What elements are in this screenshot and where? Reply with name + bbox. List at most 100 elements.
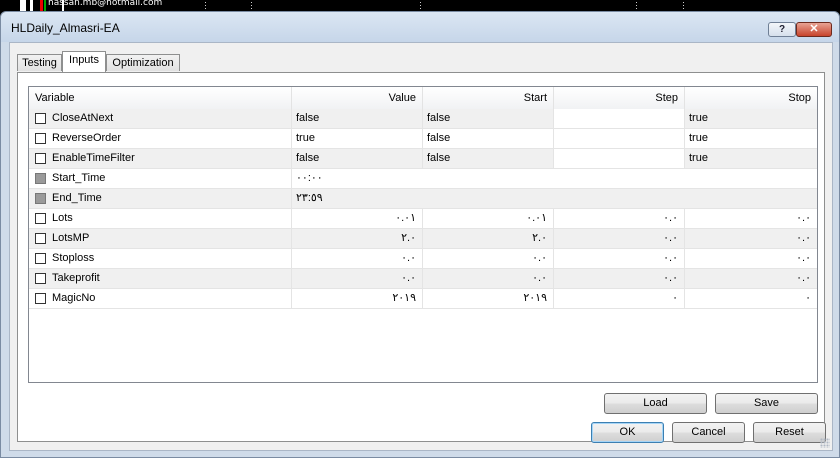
stop-cell[interactable]: true (685, 129, 817, 148)
variable-name: Start_Time (52, 172, 106, 184)
table-row[interactable]: CloseAtNext false false true (29, 109, 817, 129)
value-cell[interactable]: ٢٠١٩ (292, 289, 423, 308)
value-cell[interactable]: ٢٣:٥٩ (292, 189, 817, 208)
step-cell[interactable]: ٠.٠ (554, 269, 685, 288)
value-cell[interactable]: ٢.٠ (292, 229, 423, 248)
table-row[interactable]: Takeprofit ٠.٠ ٠.٠ ٠.٠ ٠.٠ (29, 269, 817, 289)
step-cell[interactable]: ٠.٠ (554, 209, 685, 228)
inputs-panel: Variable Value Start Step Stop CloseAtNe… (17, 72, 825, 442)
background-tick (683, 2, 684, 10)
ok-button[interactable]: OK (591, 422, 664, 443)
variable-name: LotsMP (52, 232, 90, 244)
table-row[interactable]: LotsMP ٢.٠ ٢.٠ ٠.٠ ٠.٠ (29, 229, 817, 249)
value-cell[interactable]: ٠٠:٠٠ (292, 169, 817, 188)
stop-cell[interactable]: true (685, 109, 817, 128)
row-checkbox[interactable] (35, 213, 46, 224)
value-cell[interactable]: ٠.٠١ (292, 209, 423, 228)
table-row[interactable]: MagicNo ٢٠١٩ ٢٠١٩ ٠ ٠ (29, 289, 817, 309)
background-tick (636, 2, 637, 10)
tab-optimization[interactable]: Optimization (106, 54, 180, 71)
step-cell[interactable]: ٠.٠ (554, 249, 685, 268)
variable-name: CloseAtNext (52, 112, 114, 124)
tab-inputs[interactable]: Inputs (62, 51, 106, 72)
step-cell[interactable] (554, 149, 685, 168)
variable-name: Takeprofit (52, 272, 100, 284)
column-header-variable[interactable]: Variable (29, 87, 292, 109)
stop-cell[interactable]: ٠.٠ (685, 209, 817, 228)
start-cell[interactable]: ٠.٠١ (423, 209, 554, 228)
help-button[interactable]: ? (768, 22, 796, 37)
background-bar (30, 0, 33, 11)
value-cell[interactable]: false (292, 109, 423, 128)
value-cell[interactable]: ٠.٠ (292, 269, 423, 288)
value-cell[interactable]: false (292, 149, 423, 168)
row-checkbox[interactable] (35, 113, 46, 124)
title-bar: HLDaily_Almasri-EA ? ✕ (1, 12, 839, 42)
row-checkbox[interactable] (35, 153, 46, 164)
load-button[interactable]: Load (604, 393, 707, 414)
background-bar (44, 0, 46, 11)
value-cell[interactable]: true (292, 129, 423, 148)
table-row[interactable]: Start_Time ٠٠:٠٠ (29, 169, 817, 189)
resize-grip-icon[interactable] (820, 438, 830, 448)
variable-cell: Stoploss (29, 249, 292, 268)
step-cell[interactable]: ٠ (554, 289, 685, 308)
tab-testing[interactable]: Testing (17, 54, 62, 71)
variable-cell: LotsMP (29, 229, 292, 248)
expert-properties-dialog: HLDaily_Almasri-EA ? ✕ Testing Inputs Op… (0, 11, 840, 458)
row-checkbox[interactable] (35, 133, 46, 144)
stop-cell[interactable]: ٠.٠ (685, 249, 817, 268)
variable-cell: CloseAtNext (29, 109, 292, 128)
background-bar (20, 0, 26, 11)
row-checkbox (35, 173, 46, 184)
row-checkbox[interactable] (35, 233, 46, 244)
step-cell[interactable]: ٠.٠ (554, 229, 685, 248)
row-checkbox[interactable] (35, 253, 46, 264)
step-cell[interactable] (554, 129, 685, 148)
table-row[interactable]: Lots ٠.٠١ ٠.٠١ ٠.٠ ٠.٠ (29, 209, 817, 229)
background-email-text: hassan.mb@hotmail.com (48, 0, 163, 8)
stop-cell[interactable]: ٠.٠ (685, 229, 817, 248)
start-cell[interactable]: ٢٠١٩ (423, 289, 554, 308)
background-tick (420, 2, 421, 10)
variable-cell: MagicNo (29, 289, 292, 308)
row-checkbox[interactable] (35, 273, 46, 284)
variable-name: Lots (52, 212, 73, 224)
start-cell[interactable]: ٢.٠ (423, 229, 554, 248)
variable-name: ReverseOrder (52, 132, 122, 144)
stop-cell[interactable]: true (685, 149, 817, 168)
close-button[interactable]: ✕ (796, 22, 832, 37)
row-checkbox[interactable] (35, 293, 46, 304)
column-header-value[interactable]: Value (292, 87, 423, 109)
cancel-button[interactable]: Cancel (672, 422, 745, 443)
save-button[interactable]: Save (715, 393, 818, 414)
start-cell[interactable]: false (423, 129, 554, 148)
table-row[interactable]: ReverseOrder true false true (29, 129, 817, 149)
table-row[interactable]: EnableTimeFilter false false true (29, 149, 817, 169)
variable-name: EnableTimeFilter (52, 152, 135, 164)
start-cell[interactable]: ٠.٠ (423, 249, 554, 268)
start-cell[interactable]: false (423, 109, 554, 128)
stop-cell[interactable]: ٠.٠ (685, 269, 817, 288)
variable-name: End_Time (52, 192, 102, 204)
column-header-step[interactable]: Step (554, 87, 685, 109)
row-checkbox (35, 193, 46, 204)
variable-cell: EnableTimeFilter (29, 149, 292, 168)
column-header-start[interactable]: Start (423, 87, 554, 109)
value-cell[interactable]: ٠.٠ (292, 249, 423, 268)
start-cell[interactable]: ٠.٠ (423, 269, 554, 288)
table-row[interactable]: Stoploss ٠.٠ ٠.٠ ٠.٠ ٠.٠ (29, 249, 817, 269)
background-bar (40, 0, 43, 11)
variable-cell: Lots (29, 209, 292, 228)
reset-button[interactable]: Reset (753, 422, 826, 443)
start-cell[interactable]: false (423, 149, 554, 168)
variable-cell: Start_Time (29, 169, 292, 188)
stop-cell[interactable]: ٠ (685, 289, 817, 308)
background-tick (205, 2, 206, 10)
variable-cell: ReverseOrder (29, 129, 292, 148)
variable-cell: Takeprofit (29, 269, 292, 288)
table-row[interactable]: End_Time ٢٣:٥٩ (29, 189, 817, 209)
background-tick (251, 2, 252, 10)
column-header-stop[interactable]: Stop (685, 87, 817, 109)
step-cell[interactable] (554, 109, 685, 128)
